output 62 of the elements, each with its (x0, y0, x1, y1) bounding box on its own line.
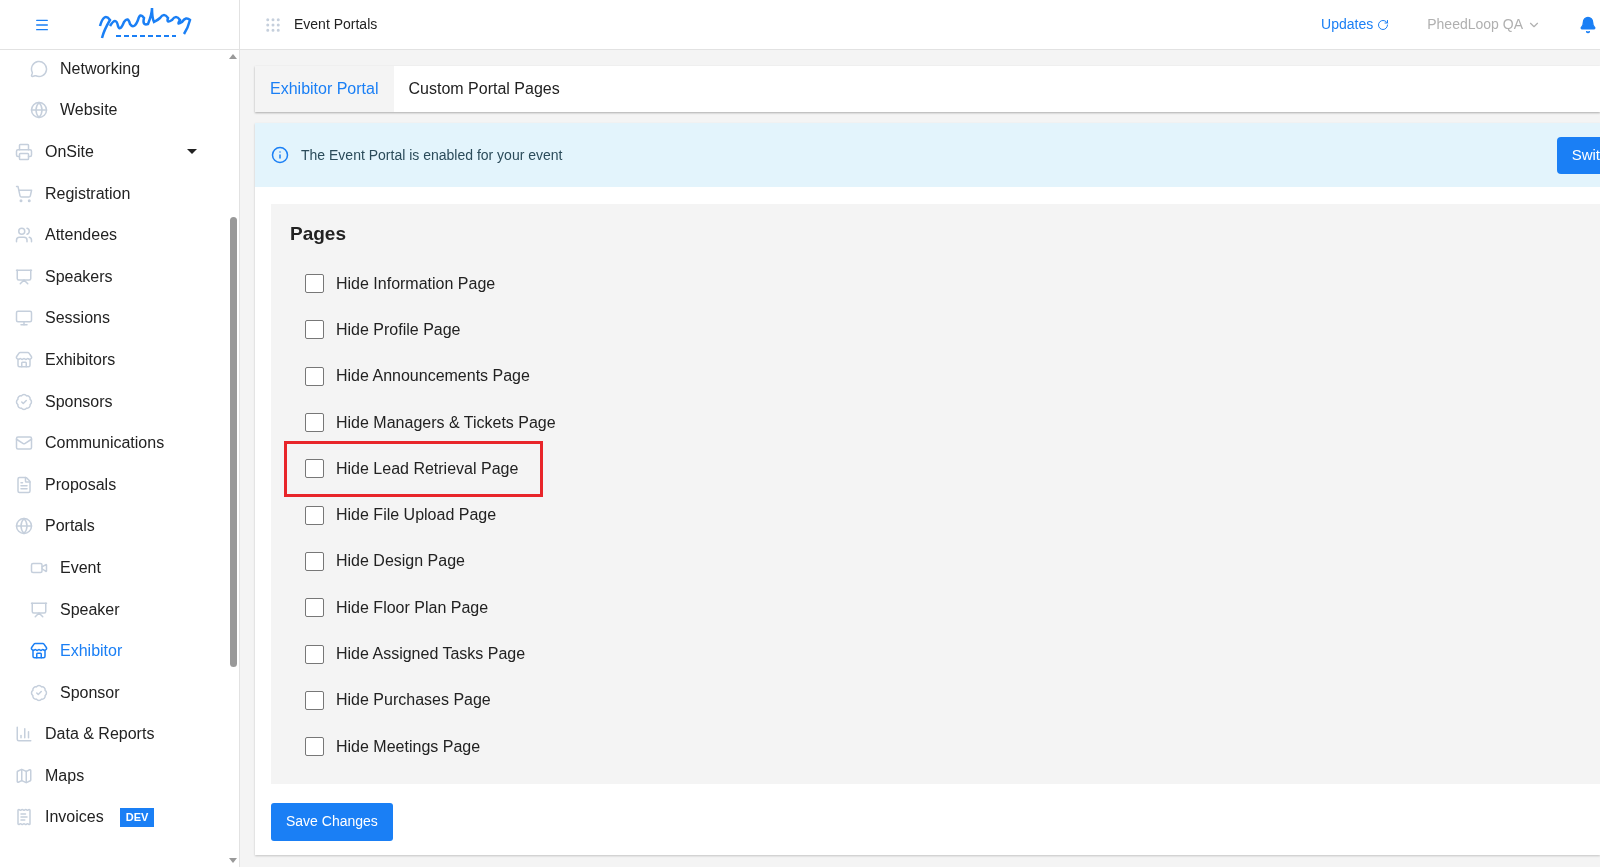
save-changes-button[interactable]: Save Changes (271, 802, 393, 841)
checkbox[interactable] (305, 598, 324, 618)
sidebar-item[interactable]: Speaker (10, 588, 227, 631)
updates-link[interactable]: Updates (1321, 14, 1390, 35)
banner-text: The Event Portal is enabled for your event (301, 145, 563, 165)
sidebar-item[interactable]: Event (10, 547, 227, 589)
sidebar-item[interactable]: Attendees (10, 214, 227, 256)
globe-icon (30, 101, 48, 120)
checkbox[interactable] (305, 274, 324, 294)
bell-icon[interactable] (1579, 15, 1597, 34)
cart-icon (15, 184, 33, 203)
document-icon (15, 475, 33, 494)
sidebar-item[interactable]: Data & Reports (10, 713, 227, 756)
sidebar-item[interactable]: Invoices DEV (10, 796, 227, 839)
tab[interactable]: Exhibitor Portal (255, 66, 394, 112)
checkbox[interactable] (305, 551, 324, 571)
sidebar-item[interactable]: Exhibitor (10, 630, 227, 672)
tab[interactable]: Custom Portal Pages (393, 66, 575, 112)
checkbox[interactable] (305, 366, 324, 386)
sidebar-item[interactable]: OnSite (10, 131, 227, 173)
badge-icon (15, 392, 33, 411)
info-icon (271, 146, 289, 164)
checkbox[interactable] (305, 320, 324, 340)
section-title: Pages (290, 222, 347, 246)
receipt-icon (15, 808, 33, 827)
sidebar-item[interactable]: Maps (10, 755, 227, 797)
sidebar-item[interactable]: Portals (10, 505, 227, 548)
chart-icon (15, 725, 33, 744)
checkbox[interactable] (305, 690, 324, 710)
storefront-icon (15, 350, 33, 369)
refresh-icon (1377, 18, 1390, 31)
chat-bubble-icon (30, 59, 48, 78)
people-icon (15, 226, 33, 245)
checkbox[interactable] (305, 459, 324, 479)
globe-icon (15, 517, 33, 536)
dev-badge: DEV (119, 808, 155, 827)
sidebar-item[interactable]: Proposals (10, 463, 227, 506)
envelope-icon (15, 434, 33, 453)
presentation-icon (30, 600, 48, 619)
sidebar-item[interactable]: Communications (10, 422, 227, 464)
checkbox[interactable] (305, 737, 324, 757)
storefront-icon (30, 642, 48, 661)
sidebar-item[interactable]: Exhibitors (10, 339, 227, 381)
badge-icon (30, 683, 48, 702)
checkbox[interactable] (305, 505, 324, 525)
scrollbar-thumb[interactable] (229, 217, 237, 667)
checkbox[interactable] (305, 644, 324, 664)
sidebar-item[interactable]: Sponsors (10, 380, 227, 423)
sidebar-item[interactable]: Website (10, 89, 227, 132)
checkbox[interactable] (305, 413, 324, 433)
map-icon (15, 766, 33, 785)
sidebar-item[interactable]: Networking (10, 48, 227, 90)
sidebar-item[interactable]: Sponsor (10, 671, 227, 714)
switch-button[interactable]: Swit (1556, 136, 1600, 174)
sidebar-item[interactable]: Registration (10, 172, 227, 215)
printer-icon (15, 143, 33, 161)
sidebar-item[interactable]: Speakers (10, 255, 227, 298)
page-title: Event Portals (294, 15, 378, 34)
sidebar-item[interactable]: Sessions (10, 297, 227, 340)
checkbox-option[interactable]: Hide Lead Retrieval Page (284, 440, 544, 497)
presentation-icon (15, 267, 33, 286)
monitor-icon (15, 309, 33, 328)
